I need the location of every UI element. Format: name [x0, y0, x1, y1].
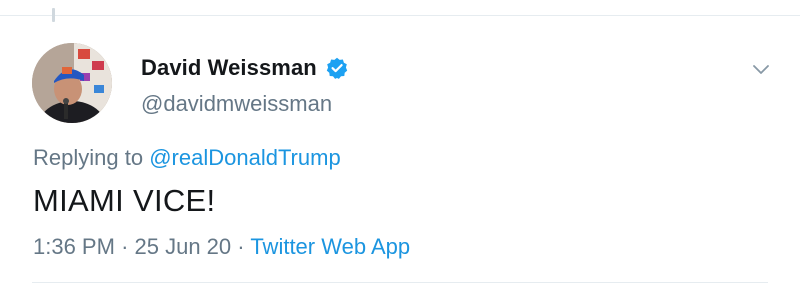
- tweet-time[interactable]: 1:36 PM: [33, 234, 115, 259]
- tweet-card: David Weissman @davidmweissman Replying …: [0, 0, 800, 295]
- reply-mention-link[interactable]: @realDonaldTrump: [149, 145, 340, 170]
- top-divider: [0, 15, 800, 16]
- verified-badge-icon: [326, 57, 348, 79]
- author-display-name[interactable]: David Weissman: [141, 55, 317, 81]
- author-name-row[interactable]: David Weissman: [141, 53, 348, 83]
- chevron-down-icon[interactable]: [750, 58, 772, 80]
- thread-connector-line: [52, 8, 55, 22]
- author-handle[interactable]: @davidmweissman: [141, 91, 332, 117]
- avatar[interactable]: [32, 43, 112, 123]
- tweet-date[interactable]: 25 Jun 20: [135, 234, 232, 259]
- tweet-text: MIAMI VICE!: [33, 183, 216, 218]
- bottom-divider: [32, 282, 768, 283]
- meta-separator: ·: [237, 234, 245, 259]
- tweet-source-link[interactable]: Twitter Web App: [250, 234, 410, 259]
- avatar-image: [32, 43, 112, 123]
- meta-separator: ·: [121, 234, 129, 259]
- replying-to-line: Replying to @realDonaldTrump: [33, 145, 341, 171]
- tweet-meta: 1:36 PM · 25 Jun 20 · Twitter Web App: [33, 234, 410, 260]
- replying-to-label: Replying to: [33, 145, 144, 170]
